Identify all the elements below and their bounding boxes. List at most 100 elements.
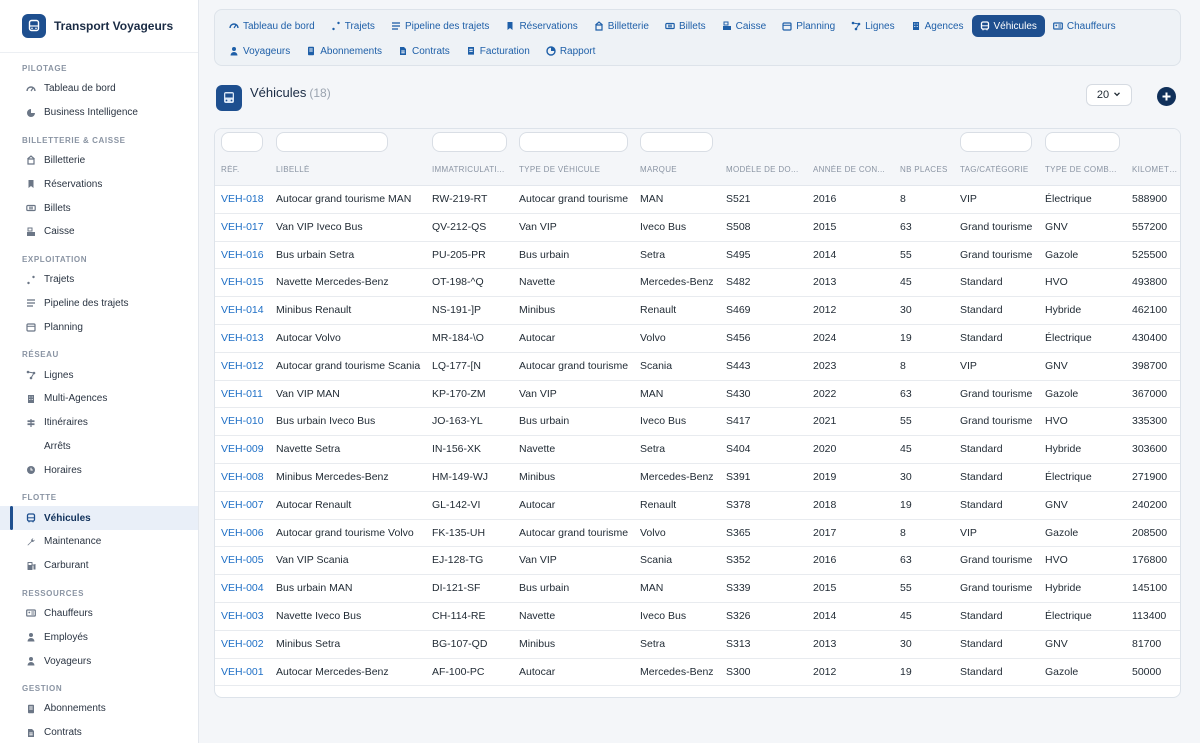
- sidebar-item-planning[interactable]: Planning: [0, 315, 198, 339]
- vehicle-ref-link[interactable]: VEH-009: [221, 436, 277, 463]
- column-header[interactable]: TYPE DE COMB...: [1045, 165, 1127, 174]
- table-row[interactable]: VEH-018 Autocar grand tourisme MAN RW-219-…: [215, 186, 1180, 214]
- tab-pipeline-des-trajets[interactable]: Pipeline des trajets: [383, 15, 498, 37]
- table-row[interactable]: VEH-009 Navette Setra IN-156-XK Navette Setr…: [215, 436, 1180, 464]
- sidebar-item-tableau-de-bord[interactable]: Tableau de bord: [0, 77, 198, 101]
- table-row[interactable]: VEH-006 Autocar grand tourisme Volvo FK-13…: [215, 520, 1180, 548]
- table-cell: PU-205-PR: [432, 248, 486, 261]
- per-page-select[interactable]: 20: [1086, 84, 1132, 106]
- table-row[interactable]: VEH-015 Navette Mercedes-Benz OT-198-^Q Nav…: [215, 269, 1180, 298]
- sidebar-item-arrets[interactable]: Arrêts: [0, 435, 198, 459]
- column-header[interactable]: TAG/CATÉGORIE: [960, 165, 1040, 174]
- tab-agences[interactable]: Agences: [903, 15, 972, 37]
- table-cell: Gazole: [1045, 248, 1079, 261]
- column-header[interactable]: KILOMETRA...: [1132, 165, 1180, 174]
- vehicle-ref-link[interactable]: VEH-004: [221, 575, 277, 602]
- sidebar-item-maintenance[interactable]: Maintenance: [0, 530, 198, 554]
- column-header[interactable]: MARQUE: [640, 165, 722, 174]
- tab-abonnements[interactable]: Abonnements: [298, 40, 390, 62]
- sidebar-item-multi-agences[interactable]: Multi-Agences: [0, 387, 198, 411]
- column-header[interactable]: LIBELLÉ: [276, 165, 426, 174]
- tab-vehicules[interactable]: Véhicules: [971, 15, 1045, 37]
- table-row[interactable]: VEH-013 Autocar Volvo MR-184-\O Autocar Volv…: [215, 325, 1180, 353]
- column-header[interactable]: MODÈLE DE DO...: [726, 165, 806, 174]
- vehicle-ref-link[interactable]: VEH-005: [221, 547, 277, 574]
- sidebar-item-employes[interactable]: Employés: [0, 625, 198, 649]
- column-header[interactable]: RÉF.: [221, 165, 271, 174]
- table-row[interactable]: VEH-010 Bus urbain Iveco Bus JO-163-YL Bus …: [215, 408, 1180, 437]
- sidebar-item-voyageurs[interactable]: Voyageurs: [0, 649, 198, 673]
- sidebar-item-caisse[interactable]: Caisse: [0, 220, 198, 244]
- vehicle-ref-link[interactable]: VEH-008: [221, 464, 277, 491]
- vehicle-ref-link[interactable]: VEH-001: [221, 659, 277, 686]
- column-filter-type-de-vehicule[interactable]: [519, 132, 628, 152]
- sidebar-item-business-intelligence[interactable]: Business Intelligence: [0, 101, 198, 125]
- sidebar-item-billets[interactable]: Billets: [0, 196, 198, 220]
- vehicle-ref-link[interactable]: VEH-017: [221, 214, 277, 241]
- vehicle-ref-link[interactable]: VEH-010: [221, 408, 277, 435]
- sidebar-item-itineraires[interactable]: Itinéraires: [0, 411, 198, 435]
- sidebar-item-vehicules[interactable]: Véhicules: [0, 506, 198, 530]
- sidebar-item-horaires[interactable]: Horaires: [0, 458, 198, 482]
- sidebar-item-lignes[interactable]: Lignes: [0, 363, 198, 387]
- sidebar-item-trajets[interactable]: Trajets: [0, 268, 198, 292]
- vehicle-ref-link[interactable]: VEH-012: [221, 353, 277, 380]
- table-row[interactable]: VEH-003 Navette Iveco Bus CH-114-RE Navette…: [215, 603, 1180, 631]
- sidebar-item-abonnements[interactable]: Abonnements: [0, 697, 198, 721]
- column-filter-libelle[interactable]: [276, 132, 388, 152]
- vehicle-ref-link[interactable]: VEH-002: [221, 631, 277, 658]
- vehicle-ref-link[interactable]: VEH-014: [221, 297, 277, 324]
- sidebar-item-chauffeurs[interactable]: Chauffeurs: [0, 602, 198, 626]
- column-header[interactable]: IMMATRICULATI...: [432, 165, 514, 174]
- table-cell: Bus urbain: [519, 248, 570, 261]
- tab-trajets[interactable]: Trajets: [323, 15, 383, 37]
- brand[interactable]: Transport Voyageurs: [0, 0, 198, 53]
- tab-lignes[interactable]: Lignes: [843, 15, 902, 37]
- tab-contrats[interactable]: Contrats: [390, 40, 458, 62]
- table-row[interactable]: VEH-014 Minibus Renault NS-191-]P Minibus Re…: [215, 297, 1180, 325]
- table-row[interactable]: VEH-017 Van VIP Iveco Bus QV-212-QS Van VIP…: [215, 214, 1180, 242]
- column-filter-marque[interactable]: [640, 132, 713, 152]
- column-filter-ref[interactable]: [221, 132, 263, 152]
- table-row[interactable]: VEH-008 Minibus Mercedes-Benz HM-149-WJ Min…: [215, 464, 1180, 492]
- sidebar-item-billetterie[interactable]: Billetterie: [0, 149, 198, 173]
- tab-voyageurs[interactable]: Voyageurs: [221, 40, 298, 62]
- tab-planning[interactable]: Planning: [774, 15, 843, 37]
- table-row[interactable]: VEH-005 Van VIP Scania EJ-128-TG Van VIP Sca…: [215, 547, 1180, 576]
- sidebar-item-pipeline-des-trajets[interactable]: Pipeline des trajets: [0, 292, 198, 316]
- sidebar-item-label: Carburant: [44, 560, 89, 572]
- table-row[interactable]: VEH-011 Van VIP MAN KP-170-ZM Van VIP MAN S43…: [215, 381, 1180, 409]
- vehicle-ref-link[interactable]: VEH-013: [221, 325, 277, 352]
- table-row[interactable]: VEH-012 Autocar grand tourisme Scania LQ-1…: [215, 353, 1180, 381]
- vehicle-ref-link[interactable]: VEH-003: [221, 603, 277, 630]
- tab-billets[interactable]: Billets: [657, 15, 714, 37]
- tab-chauffeurs[interactable]: Chauffeurs: [1045, 15, 1124, 37]
- add-vehicle-button[interactable]: [1157, 87, 1176, 106]
- vehicle-ref-link[interactable]: VEH-015: [221, 269, 277, 296]
- vehicle-ref-link[interactable]: VEH-006: [221, 520, 277, 547]
- tab-reservations[interactable]: Réservations: [497, 15, 585, 37]
- table-row[interactable]: VEH-002 Minibus Setra BG-107-QD Minibus Setr…: [215, 631, 1180, 659]
- table-row[interactable]: VEH-016 Bus urbain Setra PU-205-PR Bus urba…: [215, 242, 1180, 270]
- sidebar-item-contrats[interactable]: Contrats: [0, 721, 198, 743]
- table-row[interactable]: VEH-001 Autocar Mercedes-Benz AF-100-PC Aut…: [215, 659, 1180, 687]
- tab-facturation[interactable]: Facturation: [458, 40, 538, 62]
- sidebar-item-reservations[interactable]: Réservations: [0, 172, 198, 196]
- column-header[interactable]: TYPE DE VÉHICULE: [519, 165, 635, 174]
- column-filter-type-de-comb[interactable]: [1045, 132, 1120, 152]
- table-row[interactable]: VEH-004 Bus urbain MAN DI-121-SF Bus urbain…: [215, 575, 1180, 603]
- vehicle-ref-link[interactable]: VEH-011: [221, 381, 277, 408]
- vehicle-ref-link[interactable]: VEH-016: [221, 242, 277, 269]
- column-filter-tag-categorie[interactable]: [960, 132, 1032, 152]
- column-header[interactable]: ANNÉE DE CON...: [813, 165, 893, 174]
- tab-billetterie[interactable]: Billetterie: [586, 15, 657, 37]
- tab-rapport[interactable]: Rapport: [538, 40, 604, 62]
- column-header[interactable]: NB PLACES: [900, 165, 955, 174]
- table-row[interactable]: VEH-007 Autocar Renault GL-142-VI Autocar Re…: [215, 492, 1180, 520]
- vehicle-ref-link[interactable]: VEH-007: [221, 492, 277, 519]
- tab-caisse[interactable]: Caisse: [714, 15, 775, 37]
- tab-tableau-de-bord[interactable]: Tableau de bord: [221, 15, 323, 37]
- sidebar-item-carburant[interactable]: Carburant: [0, 554, 198, 578]
- column-filter-immatriculati[interactable]: [432, 132, 507, 152]
- vehicle-ref-link[interactable]: VEH-018: [221, 186, 277, 213]
